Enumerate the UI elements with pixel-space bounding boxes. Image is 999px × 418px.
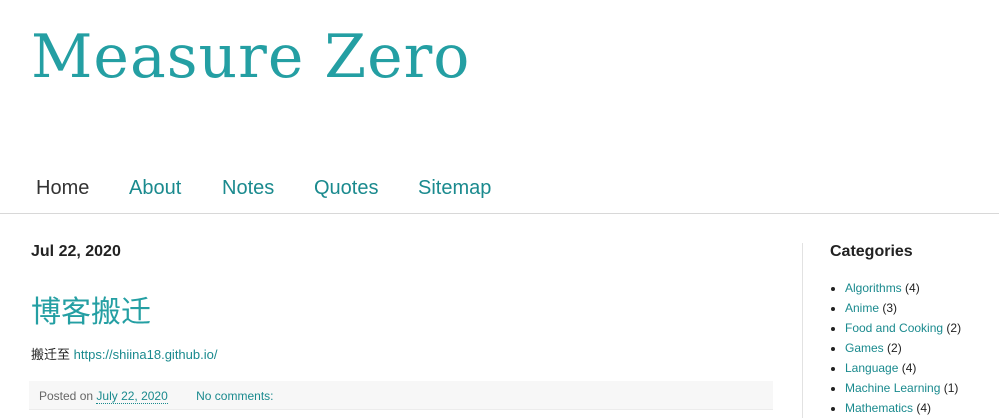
post-body: 搬迁至 https://shiina18.github.io/ xyxy=(31,344,217,363)
tab-quotes[interactable]: Quotes xyxy=(314,177,378,200)
category-item: Machine Learning (1) xyxy=(845,378,999,398)
sidebar: Categories Algorithms (4) Anime (3) Food… xyxy=(830,243,999,415)
post-title[interactable]: 博客搬迁 xyxy=(31,287,151,331)
categories-heading: Categories xyxy=(830,243,913,260)
category-count: (3) xyxy=(882,301,898,315)
post-date-header: Jul 22, 2020 xyxy=(31,243,121,260)
tab-sitemap[interactable]: Sitemap xyxy=(418,177,491,200)
column-divider xyxy=(802,243,803,418)
tab-notes[interactable]: Notes xyxy=(222,177,274,200)
post-body-link[interactable]: https://shiina18.github.io/ xyxy=(74,347,218,362)
category-count: (1) xyxy=(943,381,959,395)
category-item: Language (4) xyxy=(845,358,999,378)
category-count: (4) xyxy=(905,281,920,295)
category-count: (2) xyxy=(887,341,902,355)
category-item: Mathematics (4) xyxy=(845,398,999,418)
blog-title[interactable]: Measure Zero xyxy=(31,22,470,92)
post-body-text: 搬迁至 xyxy=(31,347,71,362)
category-link[interactable]: Machine Learning xyxy=(845,381,940,395)
tab-about[interactable]: About xyxy=(129,177,181,200)
post-footer: Posted on July 22, 2020 No comments: xyxy=(29,381,773,410)
category-count: (4) xyxy=(901,361,917,375)
category-item: Food and Cooking (2) xyxy=(845,318,999,338)
category-count: (4) xyxy=(916,401,932,415)
category-item: Games (2) xyxy=(845,338,999,358)
category-link[interactable]: Anime xyxy=(845,301,879,315)
tab-home[interactable]: Home xyxy=(36,177,89,200)
category-link[interactable]: Algorithms xyxy=(845,281,902,295)
post-timestamp-link[interactable]: July 22, 2020 xyxy=(96,389,168,404)
comments-link[interactable]: No comments: xyxy=(196,389,273,403)
category-link[interactable]: Language xyxy=(845,361,898,375)
category-link[interactable]: Games xyxy=(845,341,884,355)
main-nav: Home About Notes Quotes Sitemap xyxy=(0,174,999,214)
category-count: (2) xyxy=(946,321,962,335)
post-column: Jul 22, 2020 博客搬迁 搬迁至 https://shiina18.g… xyxy=(29,243,773,410)
posted-on-label: Posted on xyxy=(39,389,94,403)
category-item: Algorithms (4) xyxy=(845,278,999,298)
category-link[interactable]: Mathematics xyxy=(845,401,913,415)
category-link[interactable]: Food and Cooking xyxy=(845,321,943,335)
category-item: Anime (3) xyxy=(845,298,999,318)
categories-list: Algorithms (4) Anime (3) Food and Cookin… xyxy=(845,278,999,418)
